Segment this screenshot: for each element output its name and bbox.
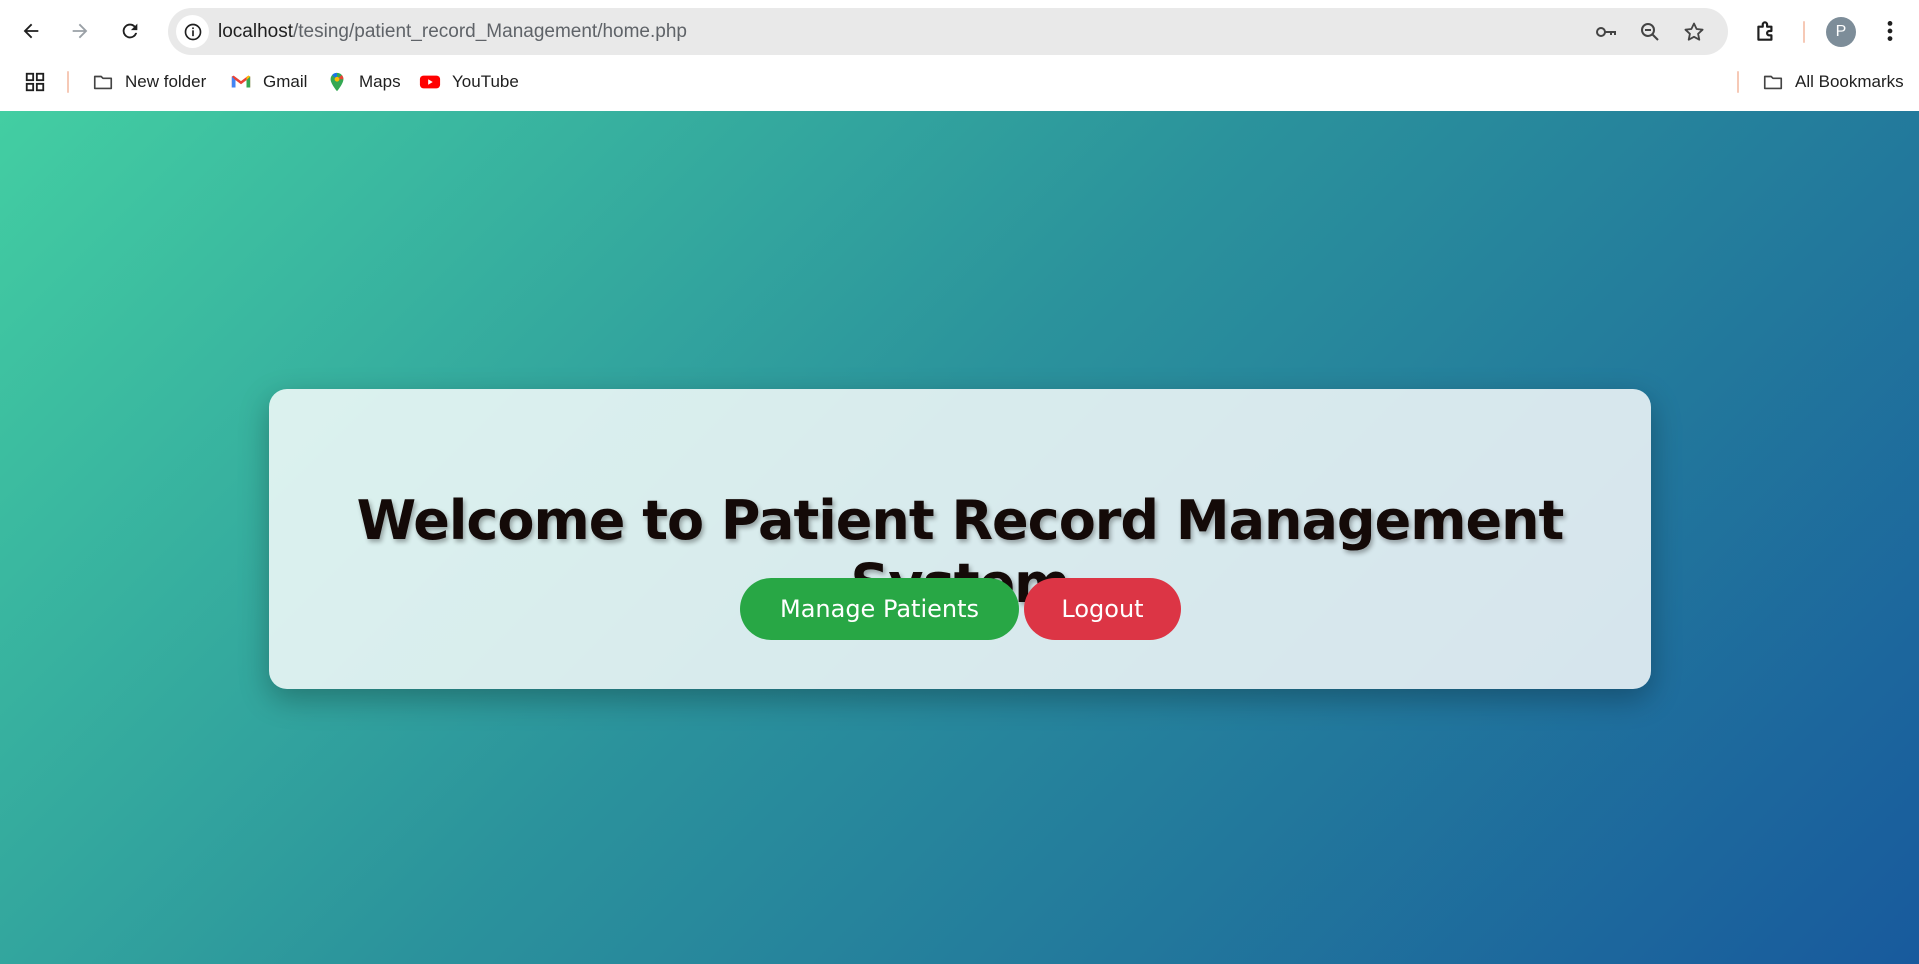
- bookmark-star-button[interactable]: [1680, 18, 1708, 46]
- zoom-icon: [1641, 23, 1659, 41]
- password-button[interactable]: [1592, 18, 1620, 46]
- apps-grid-icon: [23, 70, 47, 94]
- forward-button[interactable]: [61, 12, 99, 50]
- info-icon: [184, 23, 201, 40]
- arrow-right-icon: [72, 23, 88, 39]
- url-host: localhost: [218, 21, 293, 42]
- bookmark-gmail[interactable]: Gmail: [229, 63, 307, 101]
- url-text[interactable]: localhost/tesing/patient_record_Manageme…: [218, 8, 687, 55]
- browser-menu-button[interactable]: [1873, 14, 1907, 48]
- bookmark-label: New folder: [125, 72, 207, 91]
- browser-toolbar: localhost/tesing/patient_record_Manageme…: [0, 0, 1919, 63]
- all-bookmarks-label: All Bookmarks: [1795, 72, 1904, 91]
- welcome-card: Welcome to Patient Record Management Sys…: [269, 389, 1651, 689]
- reload-icon: [122, 23, 138, 39]
- bookmarks-divider: [67, 71, 69, 93]
- puzzle-icon: [1757, 21, 1773, 41]
- bookmark-label: Maps: [359, 72, 401, 91]
- address-bar[interactable]: localhost/tesing/patient_record_Manageme…: [168, 8, 1728, 55]
- folder-icon: [1761, 70, 1785, 94]
- bookmark-new-folder[interactable]: New folder: [91, 63, 206, 101]
- zoom-button[interactable]: [1636, 18, 1664, 46]
- bookmarks-bar: New folder Gmail Maps YouTube All Bookma…: [0, 63, 1919, 111]
- profile-avatar[interactable]: P: [1826, 17, 1856, 47]
- youtube-icon: [418, 70, 442, 94]
- reload-button[interactable]: [111, 12, 149, 50]
- url-path: /tesing/patient_record_Management/home.p…: [293, 21, 687, 42]
- bookmark-label: Gmail: [263, 72, 308, 91]
- kebab-menu-icon: [1887, 21, 1893, 41]
- manage-patients-button[interactable]: Manage Patients: [740, 578, 1019, 640]
- page-background: Welcome to Patient Record Management Sys…: [0, 111, 1919, 964]
- logout-button[interactable]: Logout: [1024, 578, 1181, 640]
- site-info-button[interactable]: [176, 15, 209, 48]
- bookmark-youtube[interactable]: YouTube: [418, 63, 519, 101]
- back-button[interactable]: [12, 12, 50, 50]
- arrow-left-icon: [23, 23, 39, 39]
- gmail-icon: [229, 70, 253, 94]
- bookmarks-divider-right: [1737, 71, 1739, 93]
- star-icon: [1684, 22, 1704, 41]
- toolbar-divider: [1803, 21, 1805, 43]
- extensions-button[interactable]: [1749, 14, 1783, 48]
- bookmark-maps[interactable]: Maps: [325, 63, 401, 101]
- maps-icon: [325, 70, 349, 94]
- folder-icon: [91, 70, 115, 94]
- apps-button[interactable]: [23, 63, 57, 101]
- all-bookmarks-button[interactable]: All Bookmarks: [1761, 63, 1904, 101]
- key-icon: [1596, 27, 1616, 37]
- bookmark-label: YouTube: [452, 72, 519, 91]
